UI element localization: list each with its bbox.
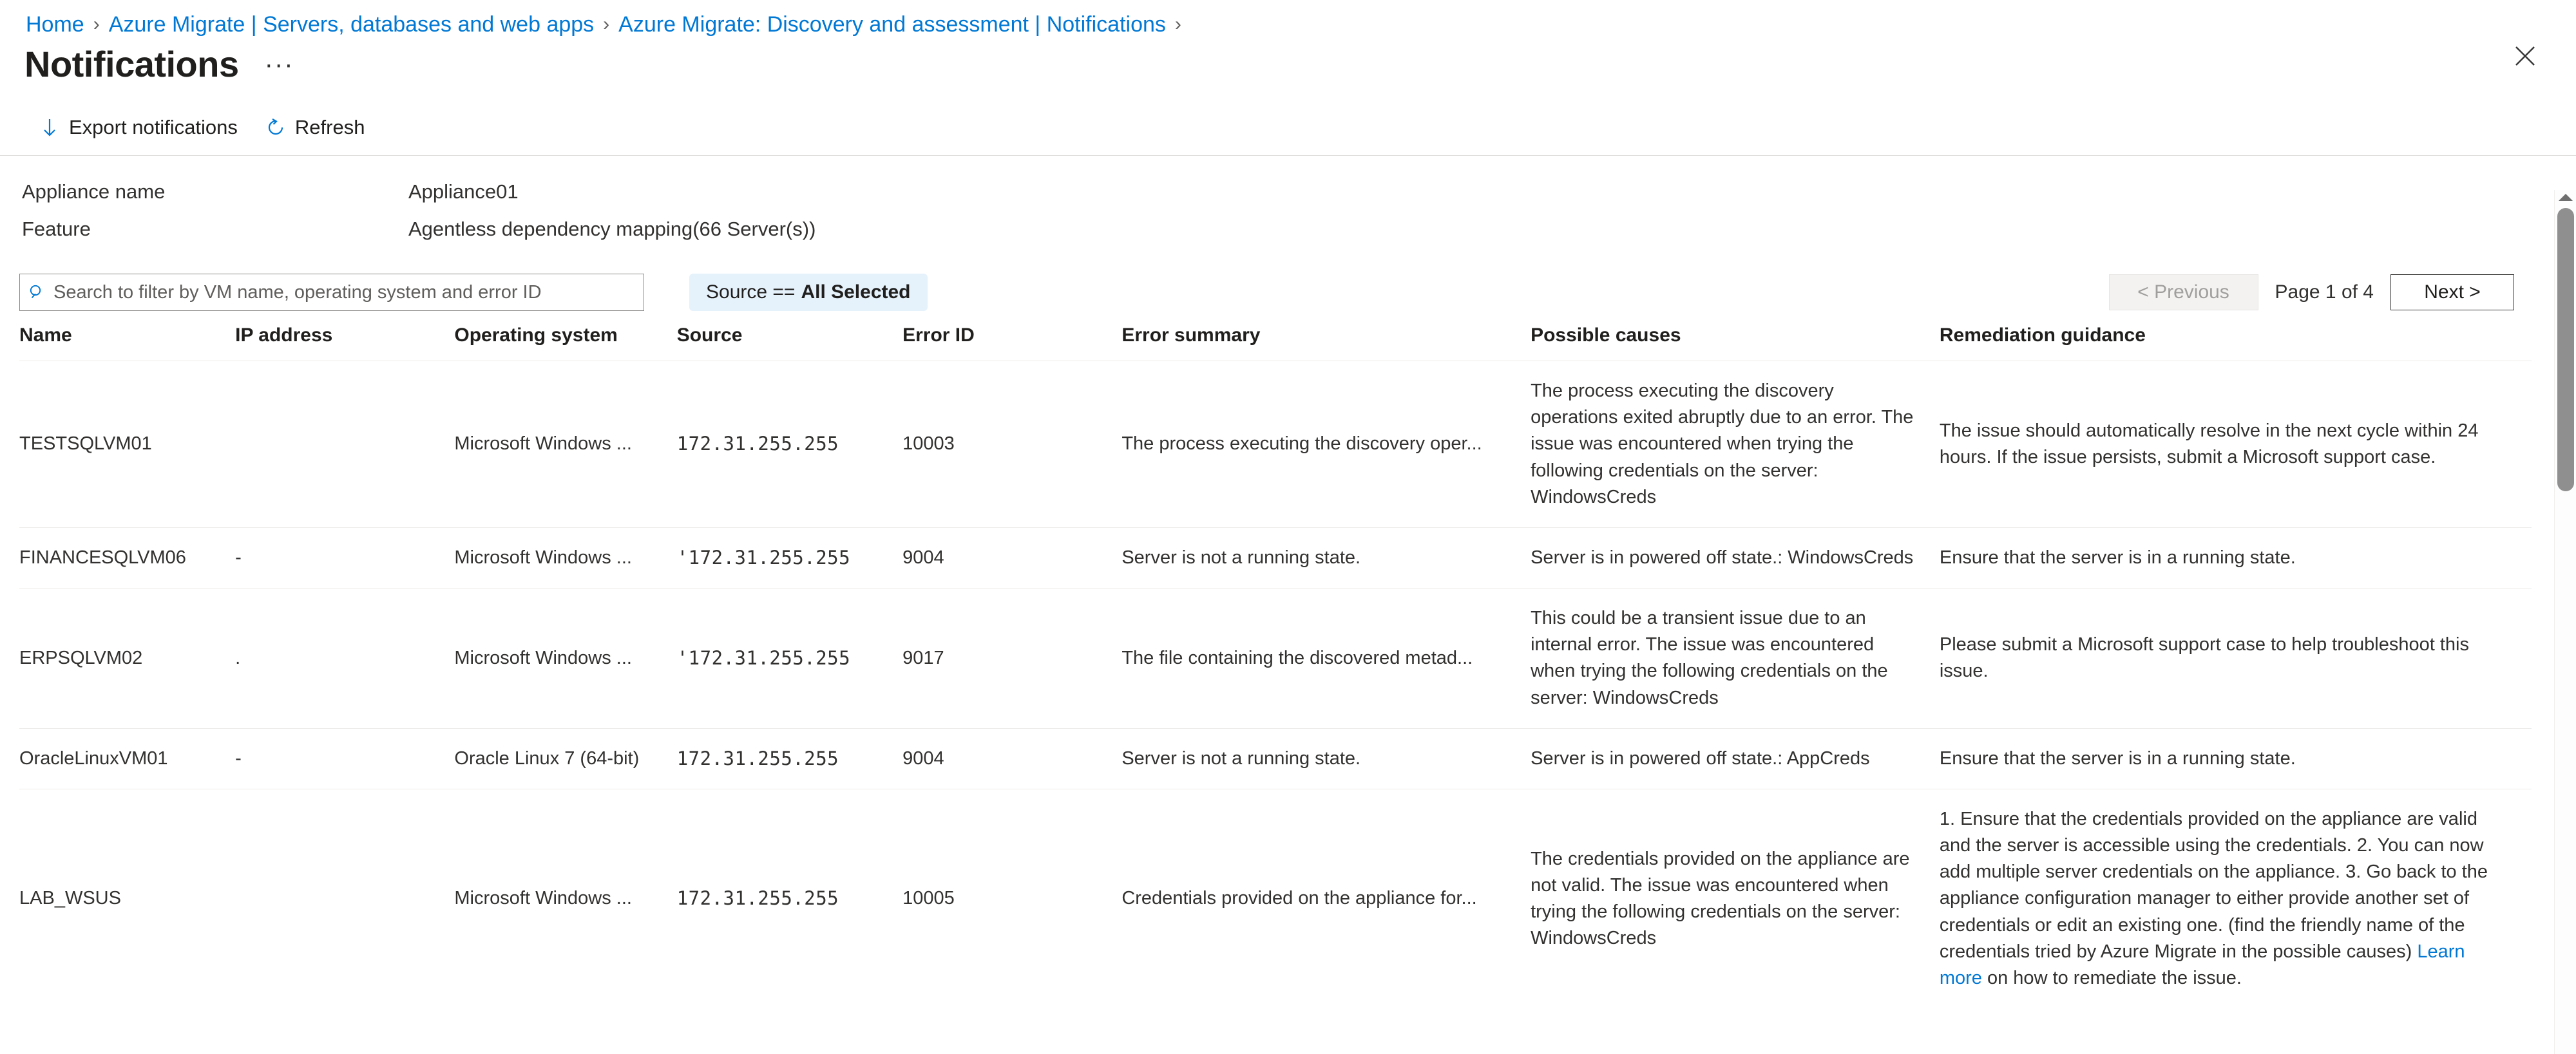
- source-filter-label: Source ==: [706, 281, 796, 303]
- cell-remediation: Please submit a Microsoft support case t…: [1939, 588, 2532, 729]
- cell-source: 172.31.255.255: [676, 788, 903, 1009]
- column-header-ip-address[interactable]: IP address: [235, 325, 454, 361]
- cell-possible-causes: Server is in powered off state.: Windows…: [1531, 527, 1940, 588]
- table-row[interactable]: TESTSQLVM01 Microsoft Windows ... 172.31…: [19, 361, 2532, 528]
- refresh-button[interactable]: Refresh: [256, 111, 374, 144]
- cell-possible-causes: This could be a transient issue due to a…: [1531, 588, 1940, 729]
- cell-name: TESTSQLVM01: [19, 361, 236, 528]
- table-row[interactable]: OracleLinuxVM01 - Oracle Linux 7 (64-bit…: [19, 728, 2532, 789]
- cell-name: ERPSQLVM02: [19, 588, 236, 729]
- appliance-name-value: Appliance01: [408, 180, 519, 203]
- table-row[interactable]: FINANCESQLVM06 - Microsoft Windows ... '…: [19, 527, 2532, 588]
- previous-page-button[interactable]: < Previous: [2108, 274, 2258, 310]
- column-header-error-summary[interactable]: Error summary: [1121, 325, 1531, 361]
- cell-error-summary: Server is not a running state.: [1121, 527, 1531, 588]
- cell-remediation-rich: 1. Ensure that the credentials provided …: [1939, 788, 2532, 1009]
- table-header-row: Name IP address Operating system Source …: [19, 325, 2532, 361]
- close-icon: [2513, 44, 2537, 68]
- notifications-table-container: Name IP address Operating system Source …: [0, 325, 2576, 1009]
- cell-ip-address: [235, 788, 455, 1009]
- cell-error-summary: The process executing the discovery oper…: [1121, 361, 1531, 528]
- cell-os: Microsoft Windows ...: [454, 788, 677, 1009]
- source-filter-value: All Selected: [801, 281, 911, 303]
- cell-error-id: 10003: [902, 361, 1122, 528]
- feature-label: Feature: [22, 218, 91, 240]
- table-body: TESTSQLVM01 Microsoft Windows ... 172.31…: [19, 361, 2532, 1009]
- pagination: < Previous Page 1 of 4 Next >: [2108, 274, 2514, 310]
- feature-value: Agentless dependency mapping(66 Server(s…: [408, 218, 816, 240]
- search-input[interactable]: [52, 281, 636, 304]
- notifications-table: Name IP address Operating system Source …: [19, 325, 2532, 1009]
- cell-error-summary: Server is not a running state.: [1121, 728, 1531, 789]
- command-bar: Export notifications Refresh: [0, 81, 2576, 143]
- close-button[interactable]: [2505, 36, 2545, 76]
- column-header-remediation[interactable]: Remediation guidance: [1940, 325, 2532, 361]
- search-box[interactable]: [19, 274, 644, 311]
- cell-remediation: The issue should automatically resolve i…: [1939, 361, 2532, 528]
- refresh-icon: [265, 117, 287, 138]
- cell-error-id: 9004: [902, 527, 1122, 588]
- cell-name: LAB_WSUS: [19, 788, 236, 1009]
- source-filter-pill[interactable]: Source == All Selected: [689, 274, 928, 311]
- cell-os: Microsoft Windows ...: [454, 527, 677, 588]
- cell-remediation: Ensure that the server is in a running s…: [1939, 728, 2532, 789]
- appliance-name-label: Appliance name: [22, 180, 166, 203]
- export-notifications-label: Export notifications: [69, 116, 238, 138]
- column-header-source[interactable]: Source: [677, 325, 902, 361]
- table-row[interactable]: ERPSQLVM02 . Microsoft Windows ... '172.…: [19, 588, 2532, 729]
- cell-error-summary: The file containing the discovered metad…: [1121, 588, 1531, 729]
- table-header: Name IP address Operating system Source …: [19, 325, 2532, 361]
- cell-name: FINANCESQLVM06: [19, 527, 236, 588]
- summary-row-appliance-name: Appliance name Appliance01: [22, 180, 2576, 218]
- cell-os: Microsoft Windows ...: [454, 588, 677, 729]
- page-title: Notifications: [24, 44, 239, 84]
- refresh-label: Refresh: [294, 116, 365, 138]
- breadcrumb: Home › Azure Migrate | Servers, database…: [0, 0, 2576, 35]
- vertical-scrollbar[interactable]: [2554, 190, 2576, 1054]
- cell-possible-causes: The process executing the discovery oper…: [1531, 361, 1940, 528]
- cell-error-id: 10005: [902, 788, 1122, 1009]
- scrollbar-thumb[interactable]: [2557, 208, 2574, 491]
- cell-error-summary: Credentials provided on the appliance fo…: [1121, 788, 1531, 1009]
- cell-error-id: 9017: [902, 588, 1122, 729]
- cell-os: Oracle Linux 7 (64-bit): [454, 728, 677, 789]
- filter-bar: Source == All Selected < Previous Page 1…: [0, 255, 2576, 314]
- remediation-link-tail: on how to remediate the issue.: [1981, 967, 2242, 988]
- more-options-button[interactable]: ···: [258, 52, 301, 77]
- column-header-possible-causes[interactable]: Possible causes: [1531, 325, 1940, 361]
- page-indicator: Page 1 of 4: [2275, 281, 2374, 303]
- cell-possible-causes: The credentials provided on the applianc…: [1531, 788, 1940, 1009]
- download-arrow-icon: [39, 117, 61, 138]
- cell-ip-address: -: [235, 728, 455, 789]
- cell-source: 172.31.255.255: [676, 361, 903, 528]
- remediation-steps-text: 1. Ensure that the credentials provided …: [1939, 808, 2488, 962]
- column-header-name[interactable]: Name: [19, 325, 235, 361]
- summary-row-feature: Feature Agentless dependency mapping(66 …: [22, 218, 2576, 255]
- scroll-up-arrow-icon[interactable]: [2558, 194, 2573, 201]
- summary-fields: Appliance name Appliance01 Feature Agent…: [0, 156, 2576, 255]
- column-header-os[interactable]: Operating system: [454, 325, 676, 361]
- search-icon: [28, 283, 46, 301]
- cell-ip-address: [235, 361, 455, 528]
- cell-ip-address: .: [235, 588, 455, 729]
- column-header-error-id[interactable]: Error ID: [902, 325, 1121, 361]
- cell-source: '172.31.255.255: [676, 588, 903, 729]
- cell-source: '172.31.255.255: [676, 527, 903, 588]
- cell-error-id: 9004: [902, 728, 1122, 789]
- cell-possible-causes: Server is in powered off state.: AppCred…: [1531, 728, 1940, 789]
- cell-os: Microsoft Windows ...: [454, 361, 677, 528]
- cell-name: OracleLinuxVM01: [19, 728, 236, 789]
- next-page-button[interactable]: Next >: [2390, 274, 2514, 310]
- cell-source: 172.31.255.255: [676, 728, 903, 789]
- cell-ip-address: -: [235, 527, 455, 588]
- export-notifications-button[interactable]: Export notifications: [30, 111, 247, 144]
- page-header: Notifications ···: [0, 28, 2576, 84]
- cell-remediation: Ensure that the server is in a running s…: [1939, 527, 2532, 588]
- table-row[interactable]: LAB_WSUS Microsoft Windows ... 172.31.25…: [19, 788, 2532, 1009]
